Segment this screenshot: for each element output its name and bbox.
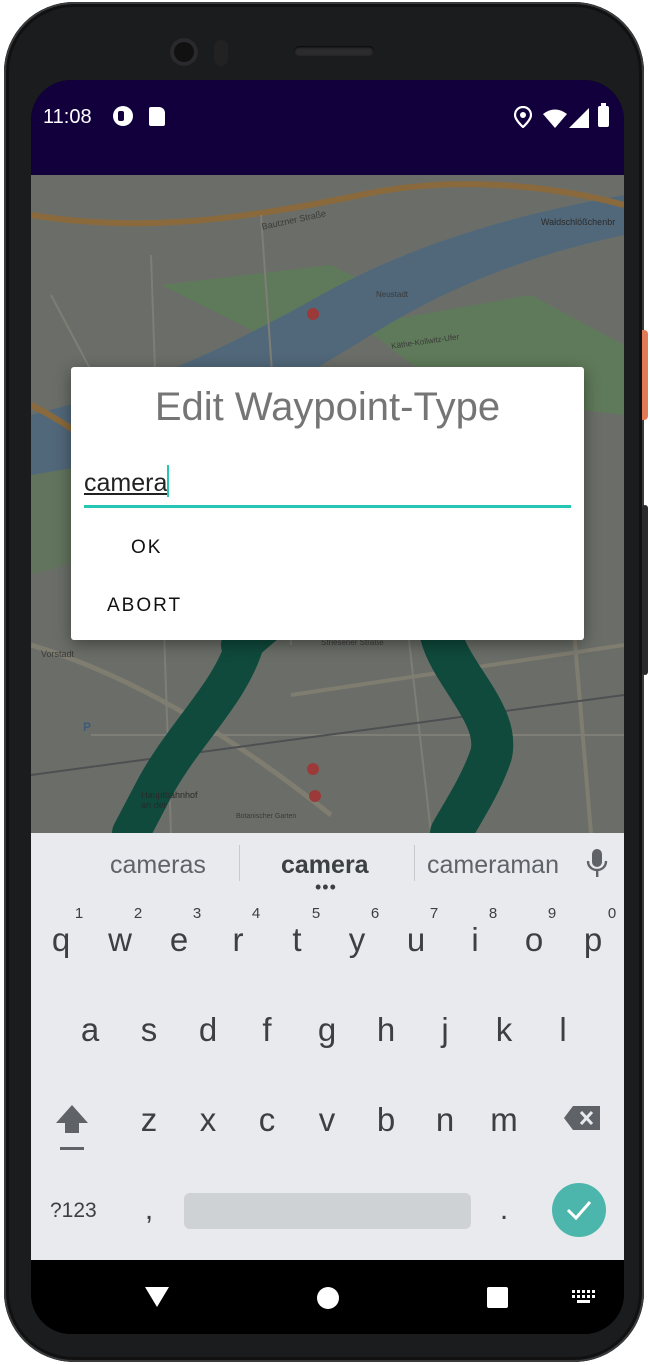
battery-icon	[598, 106, 609, 127]
key-v[interactable]: v	[299, 1101, 355, 1139]
shift-icon[interactable]	[54, 1103, 90, 1153]
navigation-bar	[31, 1260, 624, 1334]
key-o[interactable]: o	[506, 921, 562, 959]
suggestion-item[interactable]: cameraman	[427, 851, 559, 880]
microphone-icon[interactable]	[586, 848, 608, 878]
keyboard-switch-icon[interactable]	[572, 1290, 596, 1304]
suggestion-divider	[239, 845, 240, 881]
key-hint: 5	[311, 905, 321, 922]
key-s[interactable]: s	[121, 1011, 177, 1049]
camera-sensor	[214, 40, 228, 66]
recents-icon[interactable]	[487, 1287, 508, 1308]
front-camera	[170, 38, 198, 66]
key-x[interactable]: x	[180, 1101, 236, 1139]
key-i[interactable]: i	[447, 921, 503, 959]
key-hint: 9	[547, 905, 557, 922]
key-comma[interactable]: ,	[121, 1193, 177, 1227]
map-label: Vorstadt	[41, 649, 75, 659]
key-hint: 1	[74, 905, 84, 922]
enter-key[interactable]	[552, 1183, 606, 1237]
cellular-signal-icon	[569, 108, 589, 128]
key-k[interactable]: k	[476, 1011, 532, 1049]
soft-keyboard: cameras camera ••• cameraman 1 2 3 4 5 6…	[31, 833, 624, 1260]
key-d[interactable]: d	[180, 1011, 236, 1049]
space-bar[interactable]	[184, 1193, 471, 1229]
symbols-key[interactable]: ?123	[50, 1199, 97, 1223]
key-n[interactable]: n	[417, 1101, 473, 1139]
key-a[interactable]: a	[62, 1011, 118, 1049]
key-b[interactable]: b	[358, 1101, 414, 1139]
volume-button	[642, 505, 648, 675]
key-w[interactable]: w	[92, 921, 148, 959]
status-bar: 11:08	[31, 80, 624, 175]
key-hint: 0	[607, 905, 617, 922]
key-e[interactable]: e	[151, 921, 207, 959]
map-label: Botanischer Garten	[236, 813, 297, 820]
speaker-grille	[294, 46, 374, 56]
suggestion-strip: cameras camera ••• cameraman	[31, 833, 624, 897]
battery-cap	[601, 103, 606, 107]
suggestion-more-dots: •••	[315, 877, 337, 897]
key-hint: 7	[429, 905, 439, 922]
key-u[interactable]: u	[388, 921, 444, 959]
waypoint-type-value: camera	[84, 469, 168, 497]
abort-button[interactable]: ABORT	[107, 595, 247, 617]
key-q[interactable]: q	[33, 921, 89, 959]
key-f[interactable]: f	[239, 1011, 295, 1049]
screen: 11:08 Bautzner Straße Waldschlößchenbr K…	[31, 80, 624, 1334]
key-hint: 6	[370, 905, 380, 922]
key-period[interactable]: .	[476, 1193, 532, 1227]
dialog-title: Edit Waypoint-Type	[154, 385, 501, 429]
key-j[interactable]: j	[417, 1011, 473, 1049]
key-p[interactable]: p	[565, 921, 621, 959]
key-hint: 3	[192, 905, 202, 922]
key-l[interactable]: l	[535, 1011, 591, 1049]
location-icon	[514, 106, 532, 128]
map-label: Neustadt	[376, 290, 409, 299]
suggestion-item[interactable]: cameras	[110, 851, 206, 880]
map-label: Hauptbahnhof an der	[141, 790, 198, 810]
key-t[interactable]: t	[269, 921, 325, 959]
suggestion-divider	[414, 845, 415, 881]
power-button	[642, 330, 648, 420]
backspace-icon[interactable]	[563, 1105, 601, 1131]
sd-card-icon	[149, 107, 165, 126]
waypoint-type-input[interactable]: camera	[84, 465, 571, 508]
key-h[interactable]: h	[358, 1011, 414, 1049]
map-label: Waldschlößchenbr	[541, 217, 616, 227]
parking-icon: P	[83, 720, 92, 734]
key-c[interactable]: c	[239, 1101, 295, 1139]
suggestion-item-primary[interactable]: camera	[281, 851, 369, 880]
status-time: 11:08	[43, 106, 92, 128]
back-icon[interactable]	[144, 1286, 170, 1308]
phone-frame: 11:08 Bautzner Straße Waldschlößchenbr K…	[4, 2, 644, 1362]
wifi-icon	[543, 109, 567, 128]
edit-waypoint-dialog: Edit Waypoint-Type camera OK ABORT	[71, 367, 584, 640]
key-g[interactable]: g	[299, 1011, 355, 1049]
app-notification-icon	[113, 106, 133, 126]
key-r[interactable]: r	[210, 921, 266, 959]
key-z[interactable]: z	[121, 1101, 177, 1139]
text-cursor	[167, 465, 170, 497]
key-m[interactable]: m	[476, 1101, 532, 1139]
key-hint: 4	[251, 905, 261, 922]
home-icon[interactable]	[317, 1287, 339, 1309]
checkmark-icon	[566, 1201, 592, 1221]
key-y[interactable]: y	[329, 921, 385, 959]
ok-button[interactable]: OK	[131, 537, 271, 559]
key-hint: 8	[488, 905, 498, 922]
key-hint: 2	[133, 905, 143, 922]
